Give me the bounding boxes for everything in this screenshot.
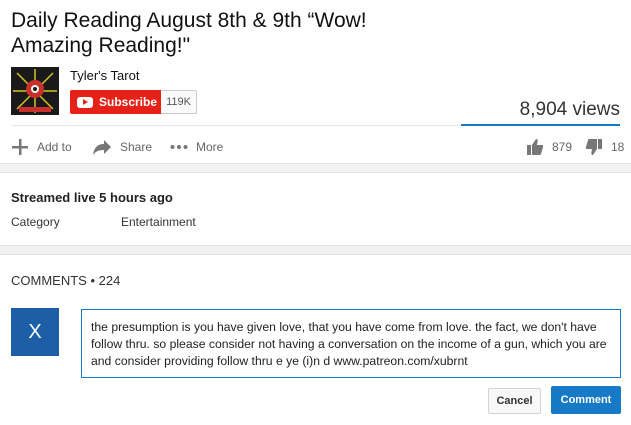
- section-separator: [0, 163, 631, 173]
- video-title: Daily Reading August 8th & 9th “Wow! Ama…: [11, 9, 367, 57]
- more-label: More: [196, 140, 224, 154]
- share-icon: [93, 140, 111, 155]
- comments-header: COMMENTS • 224: [11, 273, 121, 288]
- add-icon: [12, 139, 28, 155]
- category-value[interactable]: Entertainment: [121, 215, 196, 229]
- user-avatar: X: [11, 308, 59, 356]
- share-button[interactable]: Share: [92, 138, 152, 156]
- section-separator: [0, 245, 631, 255]
- cancel-button[interactable]: Cancel: [488, 388, 541, 414]
- views-bar: [461, 124, 620, 126]
- like-count: 879: [552, 140, 573, 154]
- comment-input[interactable]: the presumption is you have given love, …: [81, 309, 621, 378]
- like-icon: [527, 139, 544, 155]
- like-button[interactable]: 879: [526, 138, 572, 156]
- category-label: Category: [11, 215, 60, 229]
- comment-button[interactable]: Comment: [551, 386, 621, 414]
- view-count: 8,904 views: [519, 99, 620, 120]
- channel-avatar[interactable]: [11, 67, 59, 115]
- dislike-count: 18: [611, 140, 625, 154]
- dislike-button[interactable]: 18: [585, 138, 624, 156]
- add-to-button[interactable]: Add to: [11, 138, 72, 156]
- divider: [11, 125, 461, 126]
- share-label: Share: [120, 140, 153, 154]
- add-to-label: Add to: [37, 140, 72, 154]
- dislike-icon: [585, 139, 602, 155]
- more-icon: [170, 145, 188, 149]
- subscriber-count: 119K: [161, 90, 197, 114]
- youtube-play-icon: [77, 96, 93, 108]
- more-button[interactable]: More: [170, 138, 223, 156]
- channel-name[interactable]: Tyler's Tarot: [70, 68, 139, 83]
- subscribe-button[interactable]: Subscribe: [70, 90, 161, 114]
- streamed-date: Streamed live 5 hours ago: [11, 190, 173, 205]
- subscribe-label: Subscribe: [99, 95, 158, 109]
